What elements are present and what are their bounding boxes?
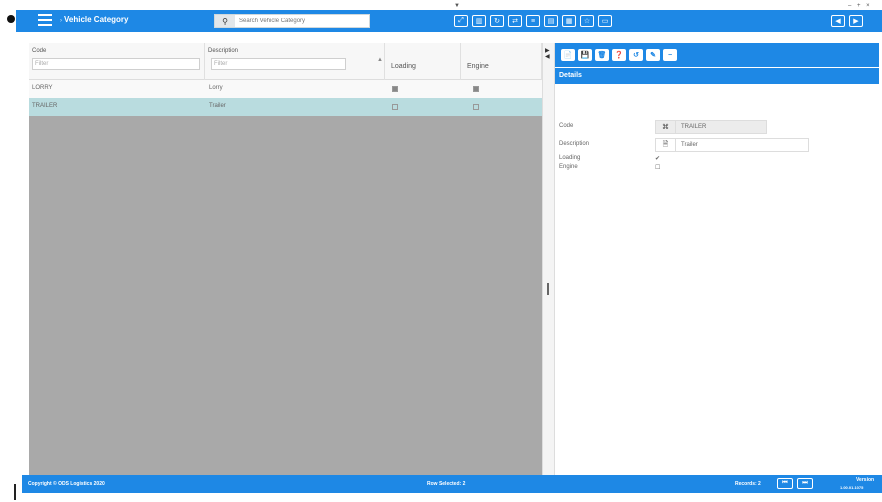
back-icon[interactable]: ◀ (831, 15, 845, 27)
data-grid: Code Filter Description Filter ▲ Loading… (29, 43, 542, 475)
bullet-dot (7, 15, 15, 23)
table-row[interactable]: LORRY Lorry (29, 80, 542, 98)
cell-engine-checkbox (473, 86, 479, 92)
expand-icon[interactable]: ⤢ (454, 15, 468, 27)
code-field: ⌘ TRAILER (655, 120, 767, 134)
document-icon: 🗎 (656, 139, 676, 151)
cell-code: LORRY (32, 85, 53, 91)
title-prefix: › (60, 18, 62, 24)
search-bar: ⚲ (214, 14, 370, 28)
print-icon[interactable]: ▦ (562, 15, 576, 27)
engine-label: Engine (559, 164, 578, 170)
search-input[interactable] (235, 18, 365, 24)
row-selected-status: Row Selected: 2 (427, 481, 466, 487)
copyright-text: Copyright © ODS Logistics 2020 (28, 481, 105, 487)
code-label: Code (559, 123, 574, 129)
title-text: Vehicle Category (64, 15, 129, 24)
column-loading[interactable]: Loading (385, 43, 461, 80)
column-description-label: Description (208, 48, 239, 54)
description-filter-input[interactable]: Filter (211, 58, 346, 70)
window-controls[interactable]: – + × (848, 3, 872, 9)
code-filter-input[interactable]: Filter (32, 58, 200, 70)
column-description[interactable]: Description Filter ▲ (205, 43, 385, 80)
grid-header: Code Filter Description Filter ▲ Loading… (29, 43, 542, 80)
table-row-selected[interactable]: TRAILER Trailer (29, 98, 542, 116)
window-icon[interactable]: ▭ (598, 15, 612, 27)
top-marker: ▼ (454, 3, 460, 9)
forward-icon[interactable]: ▶ (849, 15, 863, 27)
column-engine-label: Engine (467, 63, 489, 70)
column-code-label: Code (32, 48, 47, 54)
column-code[interactable]: Code Filter (29, 43, 205, 80)
search-icon[interactable]: ⚲ (215, 15, 235, 27)
edit-icon[interactable]: ✎ (646, 49, 660, 61)
drag-handle[interactable] (547, 283, 549, 295)
cell-loading-checkbox (392, 86, 398, 92)
refresh-icon[interactable]: ↻ (490, 15, 504, 27)
details-heading: Details (555, 68, 879, 84)
undo-icon[interactable]: ↺ (629, 49, 643, 61)
detail-panel: 📄 💾 🗑 ❓ ↺ ✎ − Details Code ⌘ TRAILER Descripti… (554, 43, 879, 475)
column-loading-label: Loading (391, 63, 416, 70)
loading-checkbox[interactable]: ✔ (655, 155, 660, 162)
top-nav-bar: ›Vehicle Category ⚲ ⤢ ▥ ↻ ⇄ ≡ ▤ ▦ ☆ ▭ ◀ ▶ (16, 10, 882, 32)
last-page-button[interactable]: ⏭ (797, 478, 813, 489)
save-icon[interactable]: 💾 (578, 49, 592, 61)
description-label: Description (559, 141, 590, 147)
key-icon: ⌘ (656, 121, 676, 133)
footer-bar: Copyright © ODS Logistics 2020 Row Selec… (22, 475, 882, 493)
records-count: Records: 2 (735, 481, 761, 487)
description-value: Trailer (681, 142, 698, 148)
page-title: › Vehicle Category (60, 15, 128, 24)
description-field[interactable]: 🗎 Trailer (655, 138, 809, 152)
star-icon[interactable]: ☆ (580, 15, 594, 27)
cell-description: Trailer (209, 103, 226, 109)
engine-checkbox[interactable]: ☐ (655, 164, 660, 171)
column-engine[interactable]: Engine (461, 43, 542, 80)
list-icon[interactable]: ≡ (526, 15, 540, 27)
menu-icon[interactable] (38, 14, 52, 26)
cell-description: Lorry (209, 85, 223, 91)
columns-icon[interactable]: ▥ (472, 15, 486, 27)
cell-code: TRAILER (32, 103, 58, 109)
text-cursor (14, 484, 16, 500)
code-value: TRAILER (681, 124, 707, 130)
panel-splitter[interactable]: ▶ ◀ (542, 43, 554, 475)
version-number: 1.00.01.1075 (840, 485, 864, 490)
minus-icon[interactable]: − (663, 49, 677, 61)
share-icon[interactable]: ⇄ (508, 15, 522, 27)
loading-label: Loading (559, 155, 581, 161)
detail-toolbar: 📄 💾 🗑 ❓ ↺ ✎ − (555, 43, 879, 67)
sort-icon[interactable]: ▲ (377, 57, 383, 63)
delete-icon[interactable]: 🗑 (595, 49, 609, 61)
collapse-arrow-icon[interactable]: ▶ ◀ (545, 48, 550, 60)
cell-engine-checkbox (473, 104, 479, 110)
version-label: Version (856, 477, 875, 483)
new-icon[interactable]: 📄 (561, 49, 575, 61)
cell-loading-checkbox (392, 104, 398, 110)
first-page-button[interactable]: ⏮ (777, 478, 793, 489)
export-icon[interactable]: ▤ (544, 15, 558, 27)
help-icon[interactable]: ❓ (612, 49, 626, 61)
